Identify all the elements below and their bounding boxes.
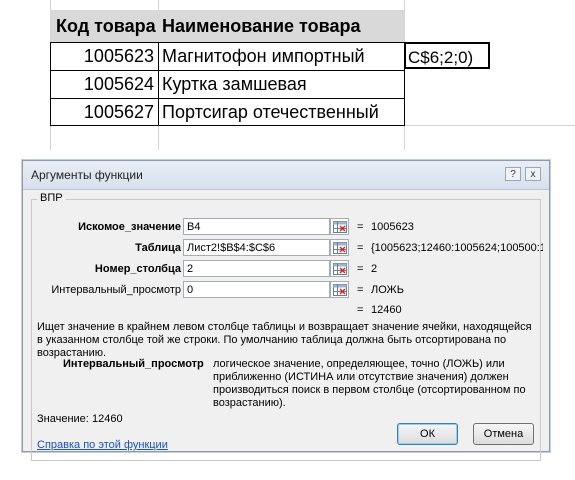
param-name: Интервальный_просмотр <box>63 358 204 370</box>
function-name-label: ВПР <box>37 192 66 204</box>
header-cell-name[interactable]: Наименование товара <box>158 10 404 43</box>
close-button[interactable]: x <box>525 167 541 181</box>
table-border <box>158 42 159 126</box>
eq-sign: = <box>357 242 364 254</box>
function-help-link[interactable]: Справка по этой функции <box>37 439 168 451</box>
range-lookup-input[interactable] <box>183 281 330 298</box>
header-code-text: Код товара <box>56 16 156 36</box>
header-name-text: Наименование товара <box>162 16 361 36</box>
cell-code[interactable]: 1005627 <box>50 98 154 126</box>
spreadsheet-area: Код товара Наименование товара 1005623 М… <box>0 0 575 160</box>
collapse-range-button[interactable] <box>330 260 349 277</box>
header-cell-code[interactable]: Код товара <box>50 10 158 43</box>
table-border <box>50 42 404 43</box>
table-border <box>50 98 404 99</box>
arg-label-lookup-value: Искомое_значение <box>78 221 181 233</box>
table-array-input[interactable] <box>183 239 330 256</box>
lookup-value-input[interactable] <box>183 218 330 235</box>
cell-name[interactable]: Магнитофон импортный <box>162 42 402 70</box>
arg-label-col-index: Номер_столбца <box>94 263 181 275</box>
collapse-range-button[interactable] <box>330 281 349 298</box>
eq-sign: = <box>357 221 364 233</box>
cell-name[interactable]: Портсигар отечественный <box>162 98 402 126</box>
cell-code[interactable]: 1005623 <box>50 42 154 70</box>
arg-value: 1005623 <box>371 221 414 233</box>
arg-value: 2 <box>371 263 378 275</box>
eq-sign: = <box>357 263 364 275</box>
cancel-button[interactable]: Отмена <box>473 423 534 445</box>
range-select-icon <box>333 242 347 254</box>
range-select-icon <box>333 263 347 275</box>
range-select-icon <box>333 284 347 296</box>
dialog-title: Аргументы функции <box>31 168 143 182</box>
arg-value: ЛОЖЬ <box>371 284 404 296</box>
arg-value: {1005623;12460:1005624;100500:10 <box>371 242 543 254</box>
function-description: Ищет значение в крайнем левом столбце та… <box>37 321 532 359</box>
function-arguments-dialog: Аргументы функции ? x ВПР Искомое_значен… <box>22 160 550 461</box>
dialog-titlebar[interactable]: Аргументы функции ? x <box>23 161 549 190</box>
formula-result: 12460 <box>371 304 402 316</box>
collapse-range-button[interactable] <box>330 218 349 235</box>
range-select-icon <box>333 221 347 233</box>
arg-label-range-lookup: Интервальный_просмотр <box>51 284 181 296</box>
eq-sign: = <box>357 284 364 296</box>
cell-name[interactable]: Куртка замшевая <box>162 70 402 98</box>
eq-sign: = <box>357 304 364 316</box>
arg-label-table: Таблица <box>135 242 181 254</box>
ok-button[interactable]: ОК <box>397 423 458 445</box>
cell-code[interactable]: 1005624 <box>50 70 154 98</box>
value-label: Значение: <box>37 413 89 425</box>
table-border <box>50 125 404 126</box>
help-button[interactable]: ? <box>505 167 521 181</box>
collapse-range-button[interactable] <box>330 239 349 256</box>
table-border <box>50 70 404 71</box>
active-formula-cell[interactable]: C$6;2;0) <box>404 42 490 69</box>
param-description: логическое значение, определяющее, точно… <box>213 358 526 409</box>
col-index-input[interactable] <box>183 260 330 277</box>
value-number: 12460 <box>92 413 123 425</box>
table-border <box>50 42 51 126</box>
